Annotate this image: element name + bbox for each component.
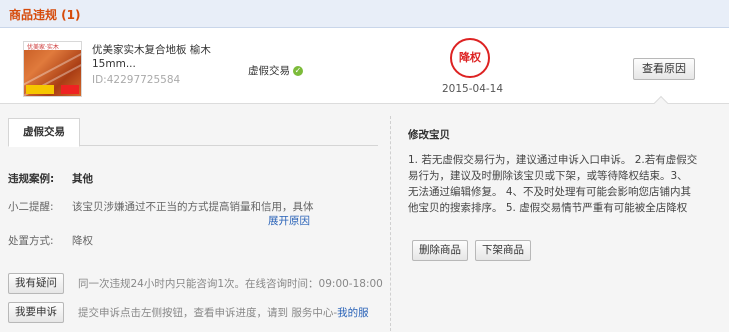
case-label: 违规案例: (8, 173, 55, 185)
tip-label: 小二提醒: (8, 201, 54, 213)
product-name[interactable]: 优美家实木复合地板 榆木15mm... (92, 43, 232, 71)
check-icon: ✓ (293, 66, 303, 76)
fix-title: 修改宝贝 (408, 129, 450, 141)
product-id: ID:42297725584 (92, 74, 181, 86)
thumbnail-promo-tag (26, 85, 54, 94)
fix-suggestions: 1. 若无虚假交易行为，建议通过申诉入口申诉。 2.若有虚假交易行为，建议及时删… (408, 154, 698, 214)
violation-type-label: 虚假交易 (248, 65, 290, 77)
offshelf-product-button[interactable]: 下架商品 (475, 240, 531, 261)
thumbnail-brand: 优美家·实木 (27, 44, 59, 51)
delete-product-button[interactable]: 删除商品 (412, 240, 468, 261)
appeal-note-text: 提交申诉点击左侧按钮，查看申诉进度，请到 服务中心- (78, 307, 338, 319)
appeal-button[interactable]: 我要申诉 (8, 302, 64, 323)
product-thumbnail[interactable]: 优美家·实木 (23, 41, 82, 97)
my-service-link[interactable]: 我的服 (337, 307, 369, 319)
tip-value: 该宝贝涉嫌通过不正当的方式提高销量和信用，具体 (72, 201, 314, 213)
ask-question-button[interactable]: 我有疑问 (8, 273, 64, 294)
thumbnail-brand-bar: 优美家·实木 (24, 42, 81, 51)
tab-fake-transaction[interactable]: 虚假交易 (8, 118, 80, 147)
violation-type: 虚假交易 ✓ (248, 63, 303, 78)
penalty-stamp: 降权 (450, 38, 490, 78)
ask-note: 同一次违规24小时内只能咨询1次。在线咨询时间：09:00-18:00 (78, 278, 383, 290)
panel-divider (390, 116, 391, 331)
expand-reason-link[interactable]: 展开原因 (268, 213, 310, 228)
detail-panel (0, 103, 729, 332)
violation-date: 2015-04-14 (442, 83, 504, 95)
view-reason-button[interactable]: 查看原因 (633, 58, 695, 80)
case-value: 其他 (72, 173, 93, 185)
appeal-note: 提交申诉点击左侧按钮，查看申诉进度，请到 服务中心-我的服 (78, 305, 369, 320)
method-label: 处置方式: (8, 235, 54, 247)
method-value: 降权 (72, 235, 93, 247)
thumbnail-price-tag (61, 85, 79, 94)
penalty-stamp-text: 降权 (459, 51, 481, 64)
section-header (0, 0, 729, 28)
section-title: 商品违规 (1) (9, 8, 81, 22)
